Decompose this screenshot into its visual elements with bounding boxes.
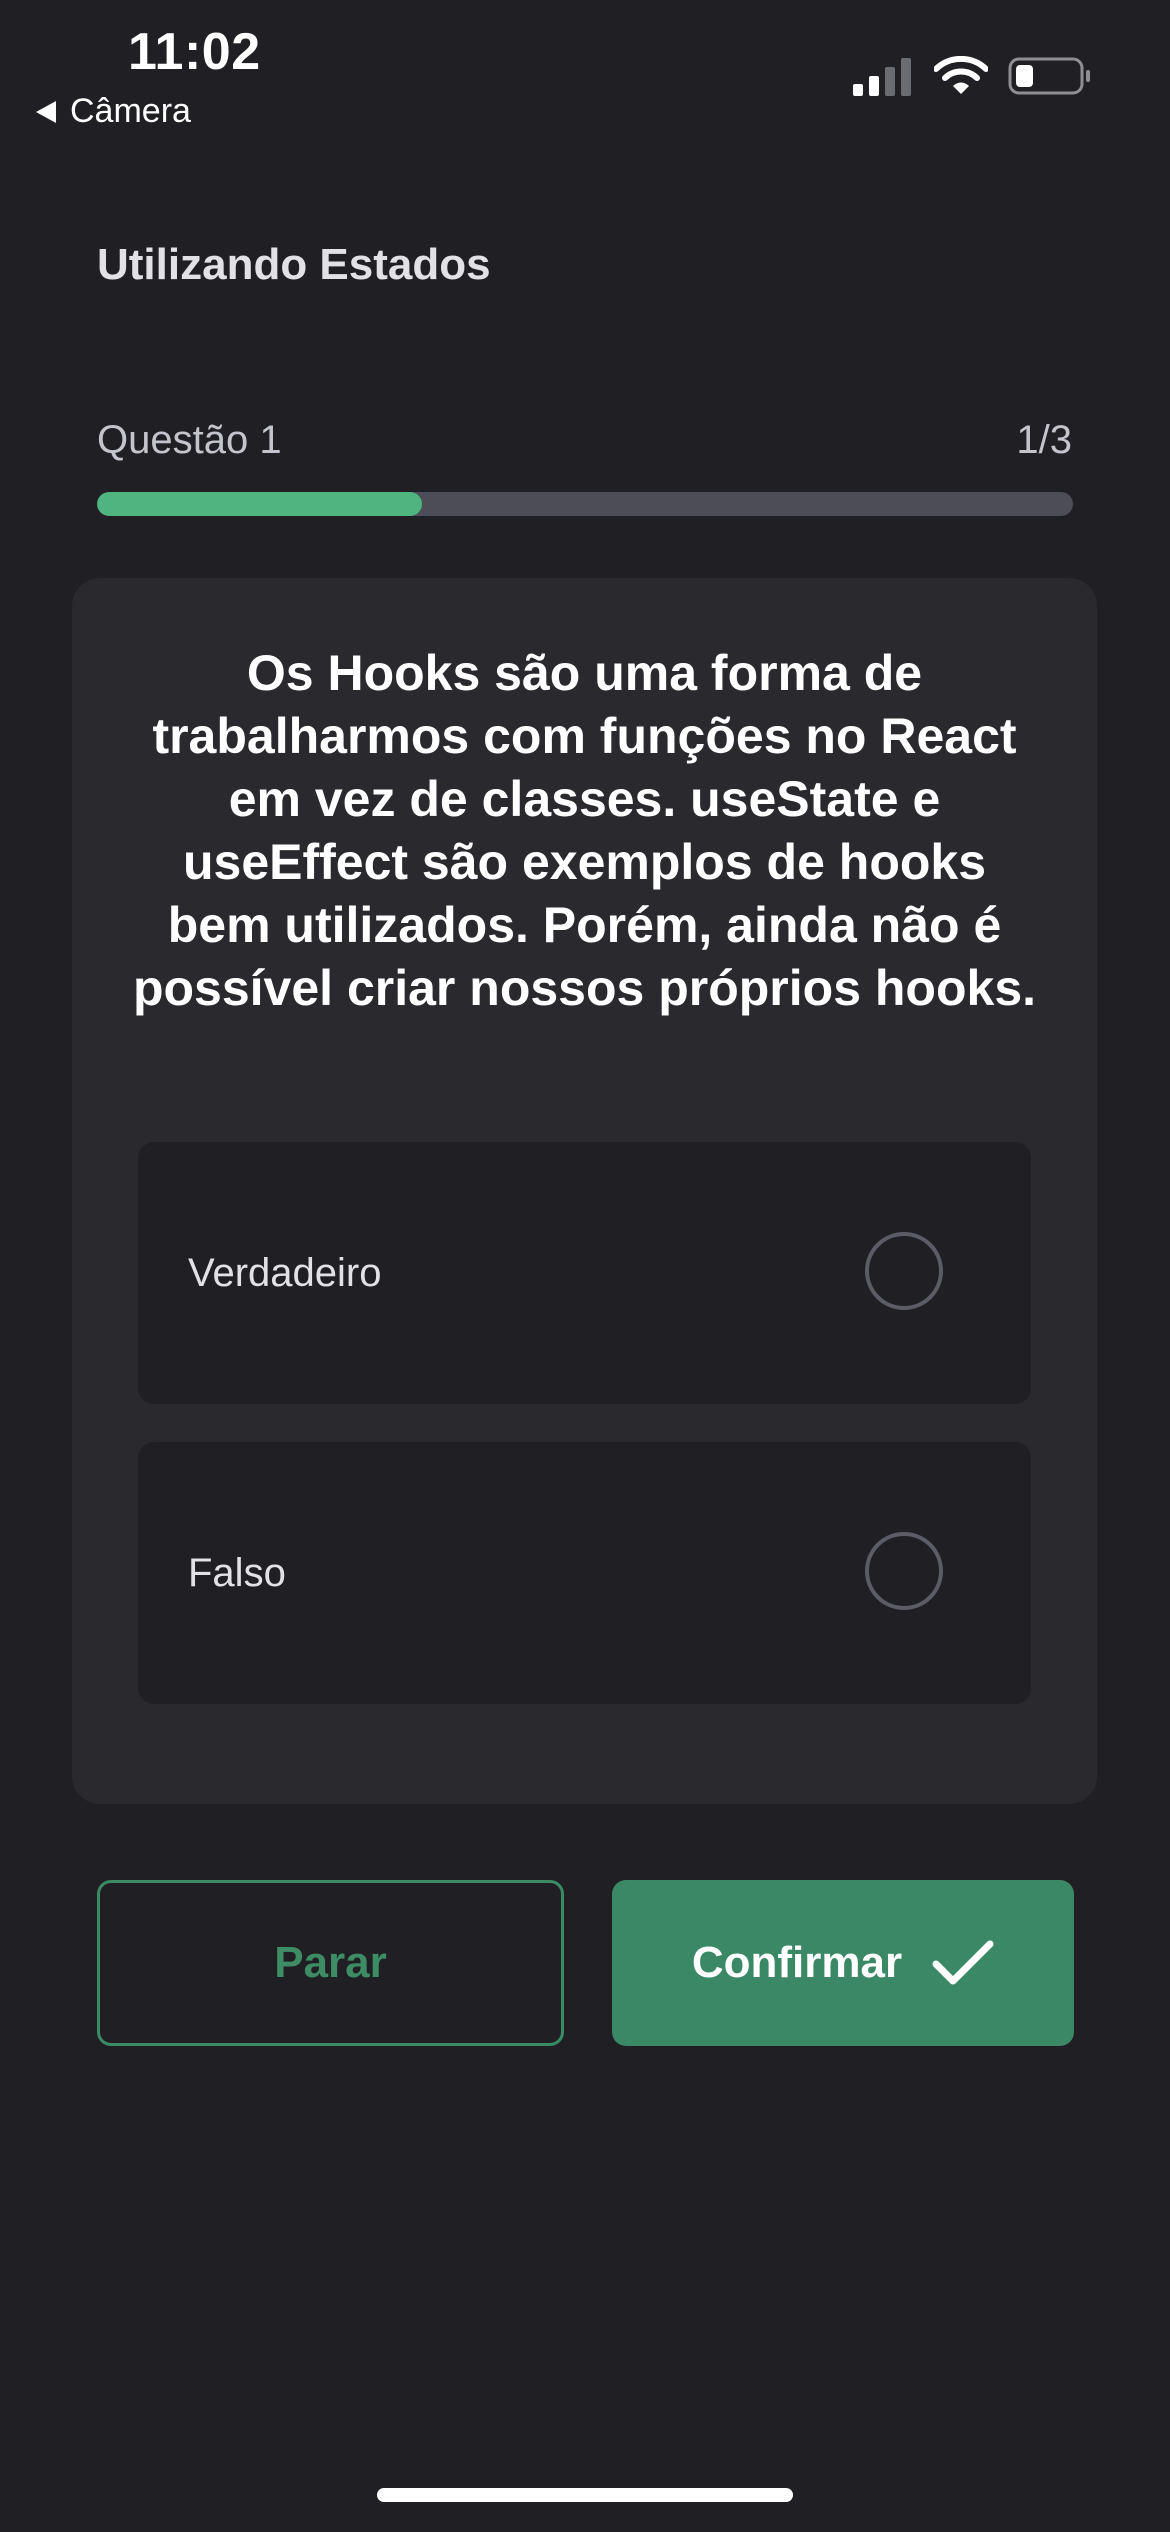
confirm-button[interactable]: Confirmar <box>612 1880 1074 2046</box>
question-counter: 1/3 <box>1016 418 1072 462</box>
battery-icon <box>1008 57 1090 95</box>
home-indicator <box>377 2488 793 2502</box>
status-time: 11:02 <box>128 23 261 81</box>
option-label: Falso <box>188 1551 286 1595</box>
question-text: Os Hooks são uma forma de trabalharmos c… <box>132 645 1037 1016</box>
question-card: Os Hooks são uma forma de trabalharmos c… <box>72 578 1097 1804</box>
back-to-camera-link[interactable]: Câmera <box>36 92 191 131</box>
back-label: Câmera <box>70 92 191 130</box>
wifi-icon <box>934 56 988 94</box>
progress-bar-fill <box>97 492 422 516</box>
confirm-button-label: Confirmar <box>691 1938 903 1987</box>
question-number-label: Questão 1 <box>97 418 282 462</box>
radio-button[interactable] <box>865 1532 943 1610</box>
page-title: Utilizando Estados <box>97 240 491 289</box>
option-label: Verdadeiro <box>188 1251 382 1295</box>
stop-button-label: Parar <box>274 1938 387 1987</box>
radio-button[interactable] <box>865 1232 943 1310</box>
check-icon <box>932 1940 994 1985</box>
option-falso[interactable]: Falso <box>138 1442 1031 1704</box>
cellular-signal-icon <box>853 58 911 96</box>
option-verdadeiro[interactable]: Verdadeiro <box>138 1142 1031 1404</box>
stop-button[interactable]: Parar <box>97 1880 564 2046</box>
progress-bar <box>97 492 1073 516</box>
back-arrow-icon <box>36 100 56 123</box>
